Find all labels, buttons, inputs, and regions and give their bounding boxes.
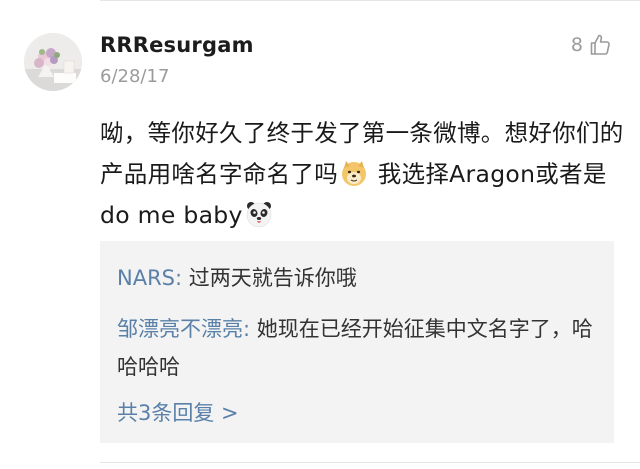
- top-divider: [100, 0, 640, 1]
- comment-text: 呦，等你好久了终于发了第一条微博。想好你们的产品用啥名字命名了吗 我选择Arag…: [100, 113, 625, 236]
- thumbs-up-icon: [590, 34, 610, 55]
- panda-emoji-icon: [245, 200, 273, 228]
- like-button[interactable]: 8: [571, 33, 612, 57]
- reply-author[interactable]: 邹漂亮不漂亮: [117, 317, 243, 341]
- avatar[interactable]: [24, 33, 82, 91]
- like-count: 8: [570, 34, 583, 56]
- comment-date: 6/28/17: [100, 66, 170, 87]
- bottom-divider: [100, 462, 640, 463]
- reply-item: NARS: 过两天就告诉你哦: [117, 259, 602, 297]
- reply-item: 邹漂亮不漂亮: 她现在已经开始征集中文名字了，哈哈哈哈: [117, 310, 602, 386]
- username[interactable]: RRResurgam: [100, 33, 254, 57]
- doge-emoji-icon: [340, 159, 368, 187]
- replies-container: NARS: 过两天就告诉你哦 邹漂亮不漂亮: 她现在已经开始征集中文名字了，哈哈…: [100, 241, 614, 443]
- flower-bouquet-avatar-icon: [24, 33, 82, 91]
- reply-author[interactable]: NARS: [117, 266, 175, 290]
- reply-separator: :: [175, 266, 189, 290]
- reply-text: 过两天就告诉你哦: [188, 266, 357, 290]
- reply-separator: :: [243, 317, 257, 341]
- view-more-replies-link[interactable]: 共3条回复 >: [117, 394, 239, 432]
